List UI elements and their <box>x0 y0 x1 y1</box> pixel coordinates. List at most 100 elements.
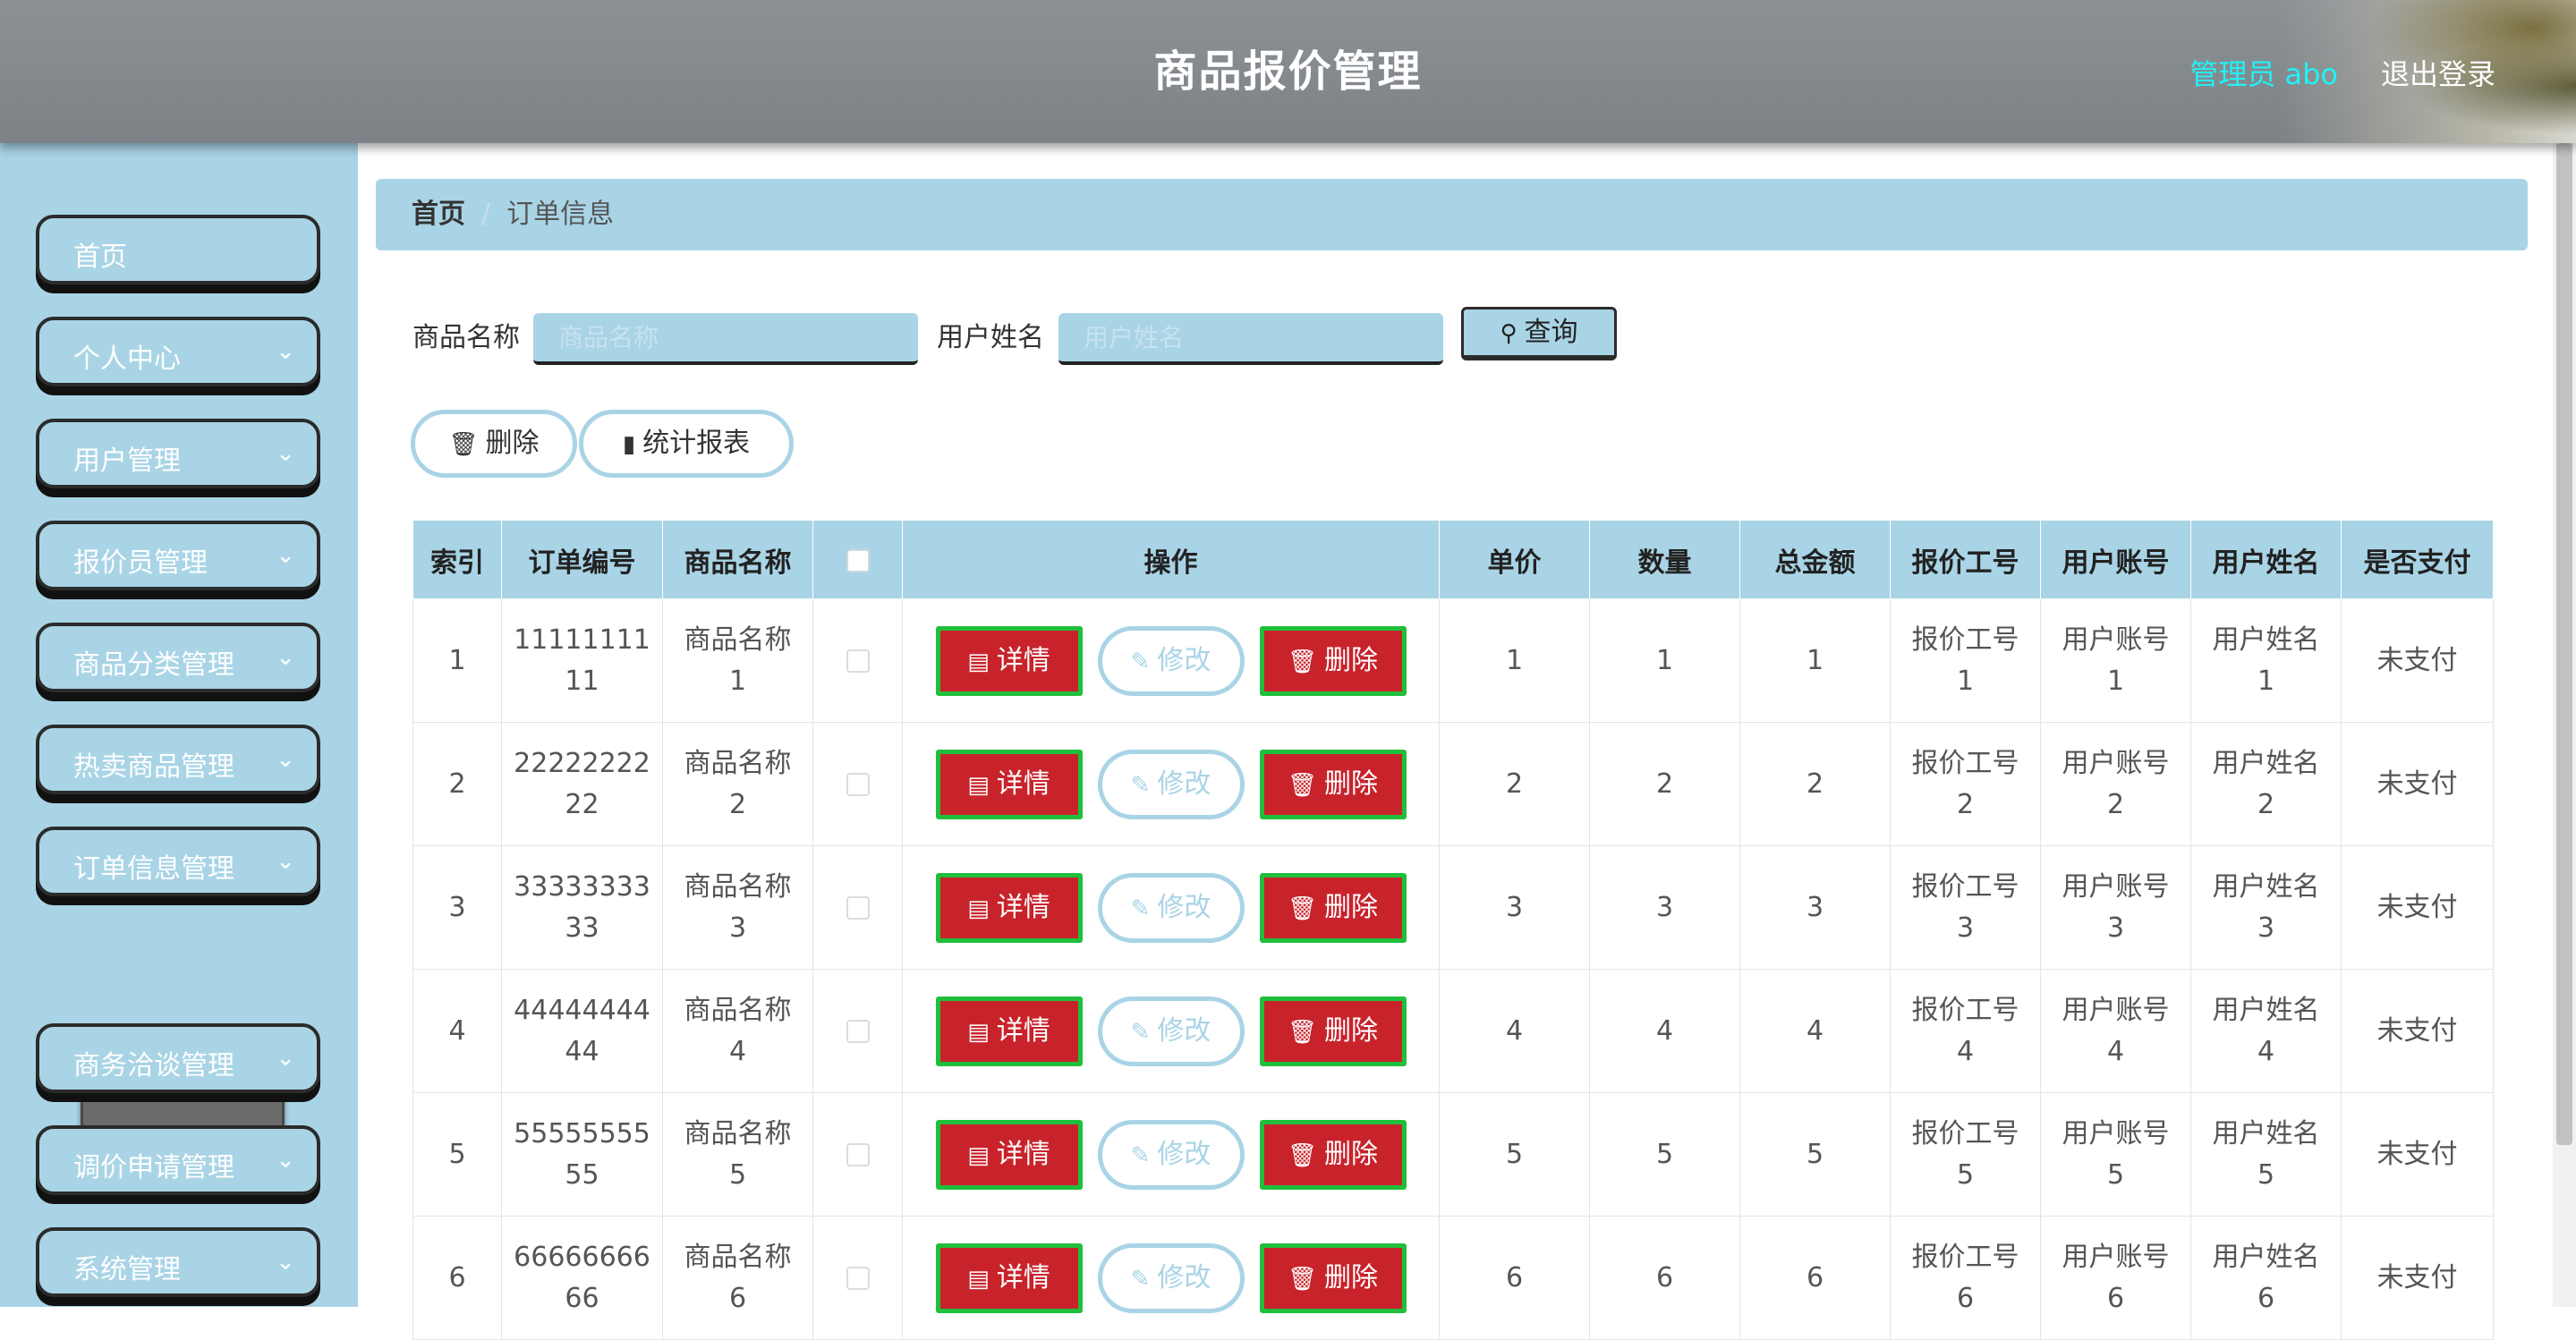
sidebar: 首页 个人中心 ⌄ 用户管理 ⌄ 报价员管理 ⌄ 商品分类管理 ⌄ 热卖商品管理… <box>0 143 358 1307</box>
delete-button[interactable]: 🗑 删除 <box>1259 872 1407 943</box>
trash-icon: 🗑 <box>1287 1141 1317 1169</box>
detail-label: 详情 <box>996 1261 1050 1293</box>
table-row: 6 66666666 66 商品名称 6 ▤ 详情 ✎ 修改 🗑 删除 6 6 6 报价工号 6… <box>412 1216 2494 1340</box>
cell-qty: 3 <box>1589 845 1740 970</box>
account-line2: 2 <box>2106 788 2125 820</box>
delete-button[interactable]: 🗑 删除 <box>1259 1119 1407 1190</box>
order-no-line2: 66 <box>565 1282 599 1314</box>
delete-label: 删除 <box>1324 1138 1378 1170</box>
delete-label: 删除 <box>1324 891 1378 923</box>
cell-product: 商品名称 1 <box>662 598 813 723</box>
statistics-report-button[interactable]: ▮ 统计报表 <box>579 410 794 478</box>
sidebar-item-hot-products[interactable]: 热卖商品管理 ⌄ <box>36 725 320 794</box>
quote-line2: 2 <box>1956 788 1975 820</box>
detail-label: 详情 <box>996 768 1050 800</box>
delete-button[interactable]: 🗑 删除 <box>1259 996 1407 1066</box>
cell-qty: 4 <box>1589 969 1740 1093</box>
detail-button[interactable]: ▤ 详情 <box>935 996 1083 1066</box>
product-name-label: 商品名称 <box>412 322 520 353</box>
select-all-checkbox[interactable] <box>846 548 870 572</box>
admin-username: 管理员 abo <box>2189 57 2338 91</box>
row-checkbox[interactable] <box>846 773 870 796</box>
product-name-input[interactable] <box>533 313 918 365</box>
product-line2: 5 <box>728 1158 747 1191</box>
sidebar-item-business-negotiation[interactable]: 商务洽谈管理 ⌄ <box>36 1023 320 1093</box>
cell-index: 4 <box>412 969 502 1093</box>
cell-product: 商品名称 3 <box>662 845 813 970</box>
detail-label: 详情 <box>996 891 1050 923</box>
product-line2: 4 <box>728 1035 747 1067</box>
document-icon: ▤ <box>967 1141 990 1169</box>
order-no-line1: 22222222 <box>514 747 650 779</box>
batch-delete-button[interactable]: 🗑 删除 <box>411 410 577 478</box>
row-checkbox[interactable] <box>846 896 870 920</box>
product-line1: 商品名称 <box>684 870 792 903</box>
edit-button[interactable]: ✎ 修改 <box>1097 749 1245 819</box>
query-button[interactable]: ⚲ 查询 <box>1461 307 1617 360</box>
row-checkbox[interactable] <box>846 649 870 673</box>
orders-table: 索引 订单编号 商品名称 操作 单价 数量 总金额 报价工号 用户账号 用户姓名… <box>412 520 2494 1340</box>
column-header-price: 单价 <box>1439 520 1590 599</box>
cell-account: 用户账号 4 <box>2040 969 2191 1093</box>
delete-button[interactable]: 🗑 删除 <box>1259 749 1407 819</box>
quote-line2: 6 <box>1956 1282 1975 1314</box>
delete-button[interactable]: 🗑 删除 <box>1259 625 1407 696</box>
cell-account: 用户账号 3 <box>2040 845 2191 970</box>
cell-account: 用户账号 6 <box>2040 1216 2191 1340</box>
cell-select <box>812 722 903 846</box>
account-line2: 3 <box>2106 912 2125 944</box>
query-button-label: 查询 <box>1524 317 1578 348</box>
sidebar-item-personal-center[interactable]: 个人中心 ⌄ <box>36 317 320 386</box>
chevron-down-icon: ⌄ <box>276 1147 295 1174</box>
detail-button[interactable]: ▤ 详情 <box>935 625 1083 696</box>
pencil-icon: ✎ <box>1130 895 1151 922</box>
breadcrumb-home[interactable]: 首页 <box>412 199 465 230</box>
cell-username: 用户姓名 1 <box>2190 598 2342 723</box>
logout-link[interactable]: 退出登录 <box>2381 52 2495 93</box>
row-checkbox[interactable] <box>846 1143 870 1166</box>
page-scrollbar[interactable] <box>2553 143 2576 1307</box>
detail-button[interactable]: ▤ 详情 <box>935 1119 1083 1190</box>
sidebar-item-home[interactable]: 首页 <box>36 215 320 284</box>
username-line1: 用户姓名 <box>2212 1117 2320 1149</box>
sidebar-item-label: 用户管理 <box>73 445 181 477</box>
cell-price: 6 <box>1439 1216 1590 1340</box>
detail-button[interactable]: ▤ 详情 <box>935 872 1083 943</box>
chevron-down-icon: ⌄ <box>276 848 295 875</box>
detail-button[interactable]: ▤ 详情 <box>935 749 1083 819</box>
edit-button[interactable]: ✎ 修改 <box>1097 1242 1245 1313</box>
row-checkbox[interactable] <box>846 1020 870 1043</box>
sidebar-item-quoter-management[interactable]: 报价员管理 ⌄ <box>36 521 320 590</box>
delete-button[interactable]: 🗑 删除 <box>1259 1242 1407 1313</box>
document-icon: ▤ <box>967 1265 990 1293</box>
scrollbar-thumb[interactable] <box>2556 143 2572 1145</box>
user-name-input[interactable] <box>1058 313 1443 365</box>
cell-order-no: 44444444 44 <box>501 969 663 1093</box>
edit-button[interactable]: ✎ 修改 <box>1097 996 1245 1066</box>
edit-button[interactable]: ✎ 修改 <box>1097 1119 1245 1190</box>
account-line1: 用户账号 <box>2062 870 2170 903</box>
row-checkbox[interactable] <box>846 1267 870 1290</box>
cell-qty: 2 <box>1589 722 1740 846</box>
breadcrumb-current: 订单信息 <box>506 199 615 230</box>
cell-username: 用户姓名 2 <box>2190 722 2342 846</box>
sidebar-item-order-management[interactable]: 订单信息管理 ⌄ <box>36 827 320 896</box>
edit-button[interactable]: ✎ 修改 <box>1097 625 1245 696</box>
trash-icon: 🗑 <box>1287 1265 1317 1293</box>
detail-button[interactable]: ▤ 详情 <box>935 1242 1083 1313</box>
sidebar-item-category-management[interactable]: 商品分类管理 ⌄ <box>36 623 320 692</box>
statistics-report-label: 统计报表 <box>642 428 751 459</box>
username-line1: 用户姓名 <box>2212 1241 2320 1273</box>
product-line1: 商品名称 <box>684 1117 792 1149</box>
sidebar-item-price-adjustment[interactable]: 调价申请管理 ⌄ <box>36 1125 320 1195</box>
breadcrumb-separator: / <box>481 199 491 230</box>
sidebar-item-system-management[interactable]: 系统管理 ⌄ <box>36 1227 320 1297</box>
edit-button[interactable]: ✎ 修改 <box>1097 872 1245 943</box>
trash-icon: 🗑 <box>1287 1018 1317 1046</box>
search-icon: ⚲ <box>1500 320 1518 347</box>
column-header-product: 商品名称 <box>662 520 813 599</box>
chevron-down-icon: ⌄ <box>276 440 295 467</box>
edit-label: 修改 <box>1157 1261 1211 1293</box>
sidebar-item-user-management[interactable]: 用户管理 ⌄ <box>36 419 320 488</box>
cell-total: 2 <box>1739 722 1891 846</box>
